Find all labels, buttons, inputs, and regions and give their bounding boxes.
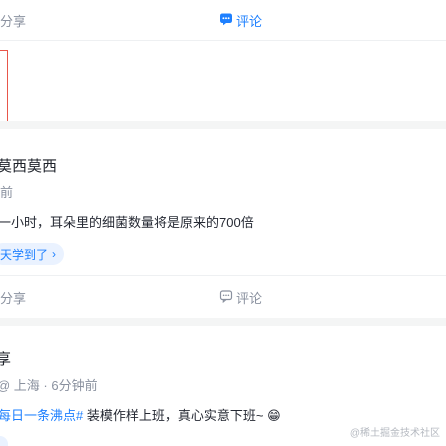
comment-label: 评论 [236, 290, 263, 306]
comment-icon [219, 289, 236, 306]
post-3-text: 装模作样上班，真心实意下班~ [83, 408, 268, 423]
grin-emoji-icon: 😁 [267, 408, 281, 423]
post-3-topic-tag-partial[interactable] [0, 436, 8, 446]
card-separator [0, 318, 446, 326]
post-3-content[interactable]: 每日一条沸点# 装模作样上班，真心实意下班~ 😁 [0, 405, 281, 424]
post-2-topic-tag[interactable]: 天学到了 › [0, 243, 65, 265]
watermark: @稀土掘金技术社区 [349, 428, 440, 439]
divider [0, 275, 446, 276]
comment-label: 评论 [236, 13, 263, 29]
comment-button[interactable]: 评论 [219, 0, 262, 40]
post-2-content[interactable]: 一小时，耳朵里的细菌数量将是原来的700倍 [0, 212, 254, 231]
comment-icon [219, 12, 236, 29]
post-2-author-name[interactable]: 莫西莫西 [0, 155, 57, 176]
post-card-1: 分享 评论 [0, 0, 446, 144]
chevron-right-icon: › [52, 247, 57, 261]
post-3-author-name[interactable]: 享 [0, 348, 11, 369]
post-3-hashtag[interactable]: 每日一条沸点# [0, 408, 83, 423]
divider [0, 40, 446, 41]
topic-label: 天学到了 [0, 247, 49, 262]
post-2-action-bar: 分享 评论 [0, 277, 446, 317]
post-3-meta: @ 上海 · 6分钟前 [0, 378, 98, 393]
post-card-2: 莫西莫西 前 一小时，耳朵里的细菌数量将是原来的700倍 天学到了 › 分享 评… [0, 129, 446, 318]
share-label: 分享 [0, 13, 27, 29]
post-1-action-bar: 分享 评论 [0, 0, 446, 40]
post-2-timestamp: 前 [0, 185, 14, 200]
card-separator [0, 121, 446, 129]
share-label: 分享 [0, 290, 27, 306]
share-button[interactable]: 分享 [0, 277, 26, 317]
comment-button[interactable]: 评论 [219, 277, 262, 317]
share-button[interactable]: 分享 [0, 0, 26, 40]
